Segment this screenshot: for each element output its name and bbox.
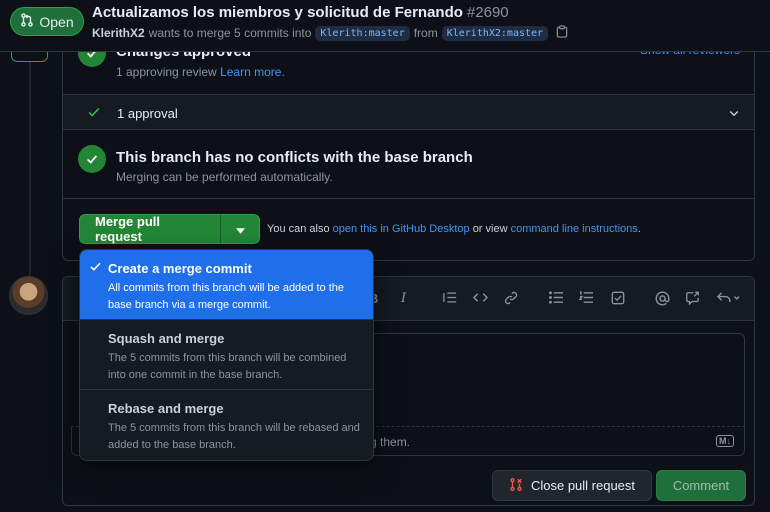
merge-alternatives-text: You can also open this in GitHub Desktop… bbox=[267, 223, 641, 235]
approvals-count-text: 1 approving review bbox=[116, 65, 217, 79]
pr-state-badge: Open bbox=[10, 7, 84, 36]
comment-button[interactable]: Comment bbox=[656, 470, 746, 501]
also-prefix: You can also bbox=[267, 223, 330, 235]
pr-number: #2690 bbox=[466, 4, 509, 21]
link-icon[interactable] bbox=[504, 291, 518, 308]
mention-icon[interactable] bbox=[655, 291, 670, 309]
approvals-text: 1 approving review Learn more. bbox=[116, 65, 285, 79]
git-pull-request-closed-icon bbox=[509, 477, 523, 495]
base-branch-label[interactable]: Klerith:master bbox=[315, 25, 410, 41]
code-icon[interactable] bbox=[473, 291, 488, 307]
menu-item-rebase-and-merge[interactable]: Rebase and merge The 5 commits from this… bbox=[80, 390, 373, 460]
pr-meta-text: wants to merge 5 commits into bbox=[148, 26, 312, 40]
merge-pull-request-button[interactable]: Merge pull request bbox=[79, 214, 220, 244]
or-view-text: or view bbox=[472, 223, 508, 235]
divider bbox=[63, 198, 754, 199]
sticky-header: Open Actualizamos los miembros y solicit… bbox=[0, 0, 770, 52]
head-branch-label[interactable]: KlerithX2:master bbox=[441, 25, 549, 41]
merge-method-menu: Create a merge commit All commits from t… bbox=[79, 249, 374, 461]
approval-count-label: 1 approval bbox=[117, 106, 178, 121]
avatar[interactable] bbox=[9, 276, 48, 315]
pr-title: Actualizamos los miembros y solicitud de… bbox=[92, 4, 509, 21]
quote-icon[interactable] bbox=[443, 291, 457, 307]
learn-more-link[interactable]: Learn more. bbox=[220, 65, 285, 79]
triangle-down-icon bbox=[235, 222, 245, 237]
pr-author-link[interactable]: KlerithX2 bbox=[92, 26, 145, 40]
unordered-list-icon[interactable] bbox=[549, 291, 564, 307]
reply-undo-icon[interactable] bbox=[716, 291, 741, 307]
task-list-icon[interactable] bbox=[611, 291, 625, 308]
menu-item-title: Rebase and merge bbox=[108, 401, 224, 416]
close-pull-request-label: Close pull request bbox=[530, 478, 636, 493]
cross-reference-icon[interactable] bbox=[685, 291, 700, 308]
menu-item-description: All commits from this branch will be add… bbox=[108, 282, 344, 311]
menu-item-title: Squash and merge bbox=[108, 331, 225, 346]
merge-method-dropdown-button[interactable] bbox=[220, 214, 260, 244]
menu-item-description: The 5 commits from this branch will be r… bbox=[108, 422, 360, 451]
check-circle-icon bbox=[78, 145, 106, 173]
approval-row[interactable]: 1 approval bbox=[63, 94, 754, 130]
menu-item-description: The 5 commits from this branch will be c… bbox=[108, 352, 347, 381]
no-conflicts-title: This branch has no conflicts with the ba… bbox=[116, 149, 473, 166]
menu-item-squash-and-merge[interactable]: Squash and merge The 5 commits from this… bbox=[80, 320, 373, 390]
markdown-icon[interactable]: M↓ bbox=[716, 435, 734, 447]
close-pull-request-button[interactable]: Close pull request bbox=[492, 470, 652, 501]
period: . bbox=[637, 223, 641, 235]
timeline-line bbox=[29, 52, 31, 277]
check-icon bbox=[87, 105, 101, 122]
pr-meta: KlerithX2 wants to merge 5 commits into … bbox=[92, 25, 568, 41]
chevron-down-icon[interactable] bbox=[728, 107, 740, 122]
merge-button-group: Merge pull request bbox=[79, 214, 260, 244]
pr-meta-from: from bbox=[413, 26, 438, 40]
ordered-list-icon[interactable] bbox=[578, 291, 594, 307]
copy-icon[interactable] bbox=[556, 25, 568, 41]
no-conflicts-subtitle: Merging can be performed automatically. bbox=[116, 170, 333, 184]
italic-icon[interactable]: I bbox=[401, 291, 406, 306]
pr-state-label: Open bbox=[39, 13, 74, 30]
pr-title-text: Actualizamos los miembros y solicitud de… bbox=[92, 4, 463, 21]
check-icon bbox=[89, 260, 102, 276]
menu-item-title: Create a merge commit bbox=[108, 261, 252, 276]
github-desktop-link[interactable]: open this in GitHub Desktop bbox=[333, 223, 470, 235]
menu-item-create-merge-commit[interactable]: Create a merge commit All commits from t… bbox=[80, 250, 373, 320]
command-line-instructions-link[interactable]: command line instructions bbox=[511, 223, 638, 235]
git-pull-request-icon bbox=[20, 13, 34, 30]
attach-files-text: g them. bbox=[370, 435, 411, 449]
